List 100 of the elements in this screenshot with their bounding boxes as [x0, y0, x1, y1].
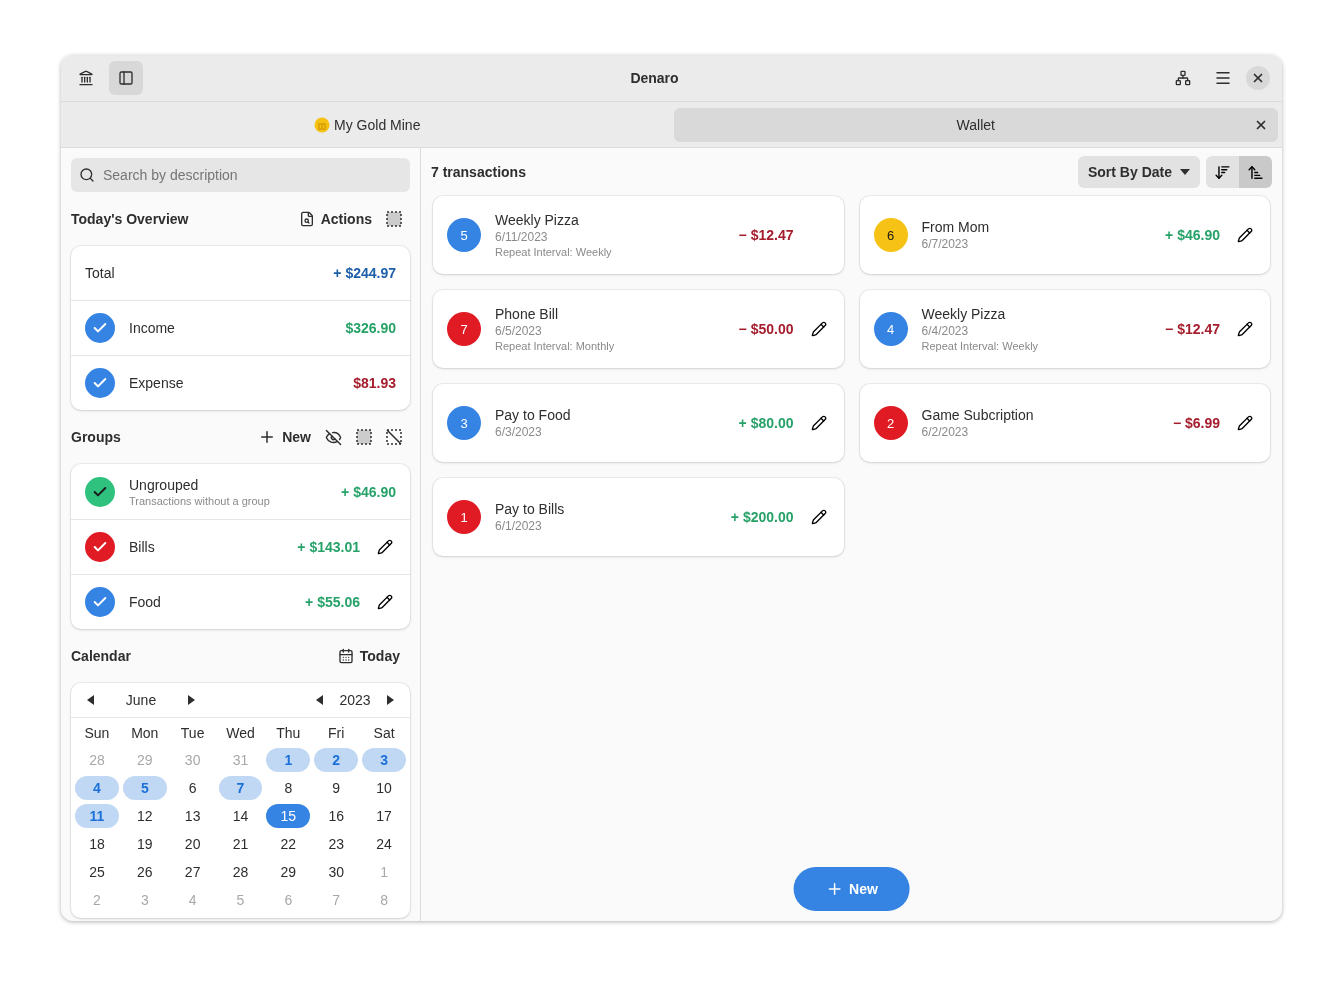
pencil-icon [377, 539, 393, 555]
select-all-icon [356, 429, 372, 445]
calendar-day[interactable]: 8 [266, 776, 311, 800]
weekday-label: Mon [130, 724, 160, 743]
group-checkbox[interactable] [85, 587, 115, 617]
transaction-card[interactable]: 6 From Mom 6/7/2023 + $46.90 [859, 196, 1270, 274]
group-row[interactable]: Bills + $143.01 [71, 519, 410, 574]
calendar-day[interactable]: 26 [122, 860, 167, 884]
group-name: Ungrouped [129, 476, 200, 493]
weekday-label: Tue [179, 724, 206, 743]
deselect-button[interactable] [386, 429, 402, 445]
transaction-id-badge: 7 [447, 312, 481, 346]
calendar-day[interactable]: 28 [218, 860, 263, 884]
new-group-button[interactable]: New [258, 428, 311, 446]
calendar-day[interactable]: 10 [362, 776, 406, 800]
calendar-day[interactable]: 30 [314, 860, 359, 884]
calendar-day[interactable]: 22 [266, 832, 311, 856]
transaction-date: 6/3/2023 [495, 425, 543, 439]
sort-ascending-button[interactable] [1239, 156, 1272, 188]
close-icon [1251, 71, 1265, 85]
calendar-day[interactable]: 18 [75, 832, 119, 856]
tab[interactable]: My Gold Mine [65, 107, 670, 142]
group-checkbox[interactable] [85, 476, 115, 507]
transaction-date: 6/1/2023 [495, 519, 543, 533]
weekday-label: Wed [225, 724, 256, 743]
select-all-button[interactable] [356, 429, 372, 445]
group-checkbox[interactable] [85, 532, 115, 562]
group-row[interactable]: Food + $55.06 [71, 574, 410, 629]
calendar-day[interactable]: 29 [266, 860, 311, 884]
transaction-card[interactable]: 5 Weekly Pizza 6/11/2023 Repeat Interval: Weekly − $12.47 [433, 196, 844, 274]
calendar-day[interactable]: 6 [170, 776, 215, 800]
calendar-day[interactable]: 20 [170, 832, 215, 856]
transaction-name: From Mom [921, 219, 991, 235]
transaction-id-badge: 3 [447, 406, 481, 440]
pencil-icon [1237, 321, 1253, 337]
sort-dropdown[interactable]: Sort By Date [1077, 156, 1200, 188]
pencil-icon [810, 415, 827, 431]
transaction-amount: − $12.47 [1165, 321, 1220, 337]
calendar-day[interactable]: 17 [362, 804, 406, 828]
transaction-card[interactable]: 7 Phone Bill 6/5/2023 Repeat Interval: Monthly − $50.00 [433, 290, 844, 368]
pencil-icon [1237, 415, 1253, 431]
checkbox[interactable] [85, 313, 115, 343]
calendar-day[interactable]: 16 [314, 804, 359, 828]
coin-icon [314, 116, 331, 133]
selection-off-icon [386, 429, 402, 445]
calendar-day[interactable]: 23 [314, 832, 359, 856]
repeat-interval: Repeat Interval: Weekly [921, 340, 1040, 352]
transaction-date: 6/4/2023 [921, 324, 970, 338]
transaction-date: 6/2/2023 [921, 425, 970, 439]
checkbox[interactable] [85, 368, 115, 398]
group-amount: + $143.01 [297, 539, 360, 555]
transaction-name: Game Subcription [921, 407, 1035, 423]
calendar-day[interactable]: 21 [218, 832, 263, 856]
sort-descending-button[interactable] [1206, 156, 1239, 188]
repeat-interval: Repeat Interval: Monthly [495, 340, 616, 352]
year-label: 2023 [338, 692, 372, 708]
calendar-day[interactable]: 9 [314, 776, 359, 800]
search-input[interactable]: Search by description [101, 166, 402, 184]
calendar-day[interactable]: 12 [122, 804, 167, 828]
calendar-day[interactable]: 15 [266, 804, 311, 828]
select-all-button[interactable] [386, 211, 402, 227]
calendar-day[interactable]: 27 [170, 860, 215, 884]
section-title: Calendar [71, 648, 132, 664]
weekday-label: Sat [372, 724, 396, 743]
group-name: Bills [129, 539, 156, 555]
close-button[interactable] [1246, 66, 1270, 90]
transaction-amount: − $12.47 [738, 227, 794, 243]
calendar-day[interactable]: 13 [170, 804, 215, 828]
calendar-icon [337, 648, 354, 664]
group-row[interactable]: Ungrouped Transactions without a group + $46.90 [71, 464, 410, 519]
calendar-day[interactable]: 25 [75, 860, 119, 884]
tab[interactable]: Wallet [673, 107, 1278, 142]
section-title: Groups [71, 429, 122, 445]
transaction-date: 6/7/2023 [921, 237, 970, 251]
calendar-day[interactable]: 24 [362, 832, 406, 856]
transaction-id-badge: 4 [873, 312, 908, 346]
group-amount: + $55.06 [305, 594, 360, 610]
transaction-card[interactable]: 4 Weekly Pizza 6/4/2023 Repeat Interval: Weekly − $12.47 [859, 290, 1270, 368]
amount: $326.90 [345, 320, 396, 336]
search-field[interactable]: Search by description [71, 158, 410, 192]
sidebar-toggle-icon[interactable] [109, 61, 143, 95]
month-label: June [124, 692, 158, 708]
transaction-name: Weekly Pizza [921, 306, 1007, 322]
transaction-card[interactable]: 3 Pay to Food 6/3/2023 + $80.00 [433, 384, 844, 462]
calendar-day[interactable]: 19 [122, 832, 167, 856]
today-button[interactable]: Today [337, 648, 400, 664]
left-triangle-icon [87, 695, 95, 705]
right-triangle-icon [386, 695, 394, 705]
transaction-id-badge: 6 [873, 218, 908, 252]
weekday-label: Thu [275, 724, 302, 743]
transaction-card[interactable]: 1 Pay to Bills 6/1/2023 + $200.00 [433, 478, 844, 556]
amount: + $244.97 [333, 265, 396, 281]
transaction-card[interactable]: 2 Game Subcription 6/2/2023 − $6.99 [859, 384, 1270, 462]
actions-button[interactable]: Actions [298, 211, 372, 227]
transaction-id-badge: 2 [873, 406, 908, 440]
calendar-day[interactable]: 14 [218, 804, 263, 828]
tab-label: Wallet [956, 116, 995, 133]
pencil-icon [810, 321, 827, 337]
hide-icon[interactable] [325, 428, 342, 446]
new-transaction-button[interactable]: New [793, 867, 910, 911]
